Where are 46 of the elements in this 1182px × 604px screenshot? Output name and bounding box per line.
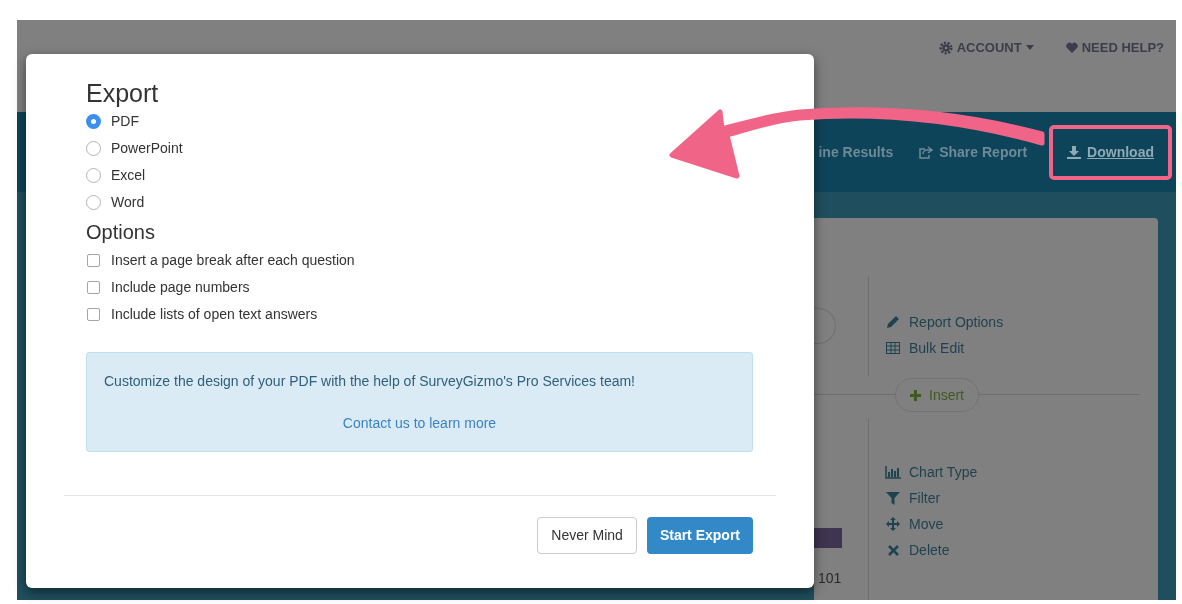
bar-chart-icon [885, 465, 901, 479]
radio-button[interactable] [86, 141, 101, 156]
checkbox-label: Insert a page break after each question [111, 251, 355, 270]
radio-button[interactable] [86, 195, 101, 210]
download-icon [1067, 145, 1082, 159]
insert-button[interactable]: Insert [895, 378, 979, 412]
panel-action[interactable]: Delete [885, 540, 978, 560]
checkbox[interactable] [87, 308, 100, 321]
close-icon [887, 544, 899, 556]
panel-action[interactable]: Chart Type [885, 462, 978, 482]
panel-action[interactable]: Move [885, 514, 978, 534]
start-export-button[interactable]: Start Export [646, 517, 753, 554]
contact-link[interactable]: Contact us to learn more [342, 413, 497, 434]
caret-icon [1025, 45, 1034, 51]
toolbar-link[interactable]: ine Results [818, 141, 894, 163]
radio-label: PDF [111, 112, 139, 131]
chart-bar [814, 528, 842, 548]
panel-action[interactable]: Report Options [885, 312, 1004, 332]
radio-button[interactable] [86, 114, 101, 129]
checkbox[interactable] [87, 254, 100, 267]
checkbox[interactable] [87, 281, 100, 294]
dialog-title: Export [86, 78, 160, 108]
pencil-icon [886, 315, 900, 329]
never-mind-button[interactable]: Never Mind [537, 517, 637, 554]
table-icon [886, 342, 900, 354]
count-label: 101 [818, 569, 842, 587]
help-link[interactable]: NEED HELP? [1081, 38, 1164, 58]
share-link[interactable]: Share Report [919, 141, 1028, 163]
radio-label: Excel [111, 166, 146, 185]
account-menu[interactable]: ACCOUNT [956, 38, 1022, 58]
move-icon [886, 517, 900, 531]
download-link[interactable]: Download [1049, 124, 1172, 180]
radio-label: PowerPoint [111, 139, 183, 158]
checkbox-label: Include page numbers [111, 278, 250, 297]
info-text: Customize the design of your PDF with the help of SurveyGizmo's Pro Services team! [104, 372, 635, 391]
options-heading: Options [86, 220, 156, 245]
radio-label: Word [111, 193, 145, 212]
filter-icon [886, 491, 900, 505]
share-icon [919, 145, 934, 159]
heart-icon [1065, 42, 1078, 54]
panel-action[interactable]: Bulk Edit [885, 338, 1004, 358]
radio-button[interactable] [86, 168, 101, 183]
panel-action[interactable]: Filter [885, 488, 978, 508]
checkbox-label: Include lists of open text answers [111, 305, 318, 324]
gear-icon [938, 40, 953, 55]
plus-icon [910, 389, 921, 401]
